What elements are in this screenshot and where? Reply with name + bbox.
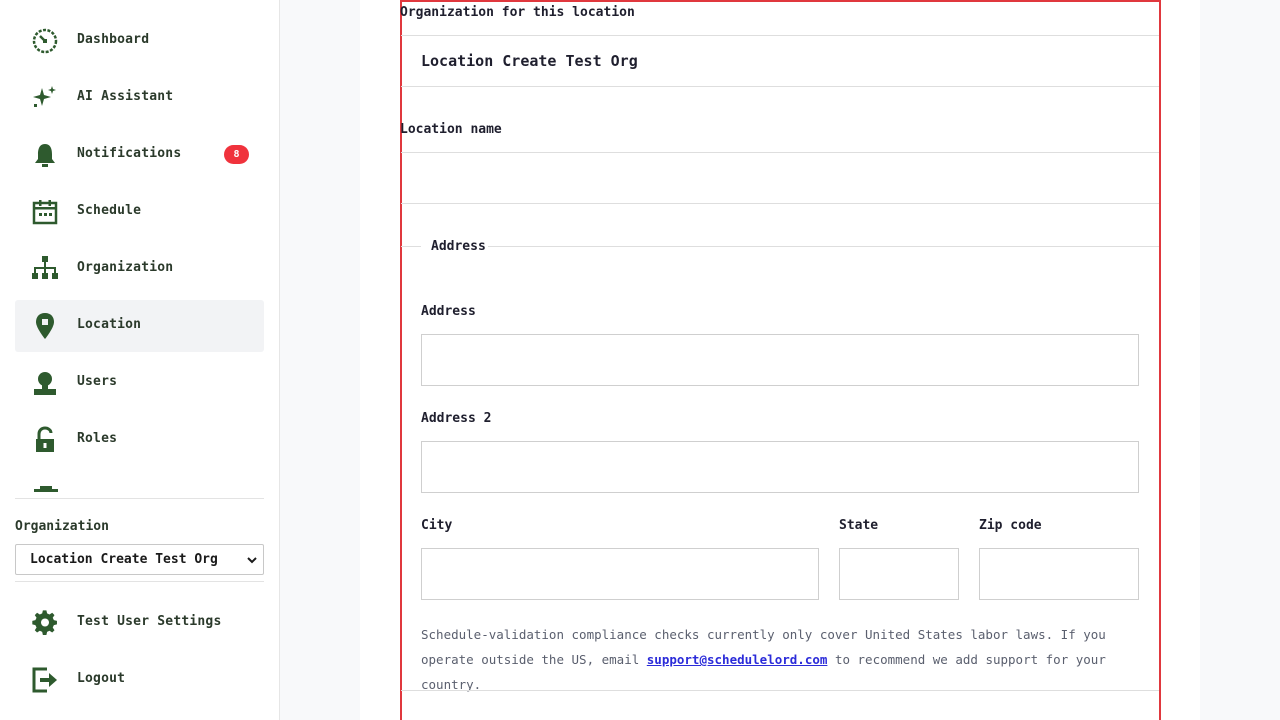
sidebar-item-label: Logout [77,671,126,686]
calendar-icon [32,200,58,225]
sidebar-item-label: Dashboard [77,32,150,47]
bell-icon [35,144,55,167]
sidebar-item-label: Schedule [77,203,142,218]
organization-select-value: Location Create Test Org [30,552,218,567]
city-label: City [421,518,453,533]
sidebar-item-notifications[interactable]: Notifications 8 [15,129,264,181]
notification-count-badge: 8 [224,145,249,164]
address-label: Address [421,304,476,319]
compliance-note: Schedule-validation compliance checks cu… [421,622,1141,697]
zip-label: Zip code [979,518,1042,533]
sidebar-item-organization[interactable]: Organization [15,243,264,295]
map-pin-icon [36,313,54,339]
org-field-value: Location Create Test Org [421,52,638,70]
sidebar-item-label: Test User Settings [77,614,222,629]
gear-icon [32,610,57,635]
zip-input[interactable] [979,548,1139,600]
location-name-input[interactable] [401,153,1159,203]
support-email-link[interactable]: support@schedulelord.com [647,652,828,667]
fieldset-border [401,246,421,247]
dashboard-icon [32,28,58,54]
sidebar-item-ai-assistant[interactable]: AI Assistant [15,72,264,124]
divider [401,203,1159,204]
sidebar-item-label: AI Assistant [77,89,174,104]
sidebar-item-users[interactable]: Users [15,357,264,409]
sidebar-item-label: Location [77,317,142,332]
sparkle-icon [33,86,56,107]
sidebar-item-label: Users [77,374,118,389]
sidebar-item-location[interactable]: Location [15,300,264,352]
divider [401,35,1159,36]
more-items-icon [34,486,58,492]
state-input[interactable] [839,548,959,600]
sidebar-item-settings[interactable]: Test User Settings [15,597,264,649]
chevron-down-icon [247,557,257,564]
organization-label: Organization [15,519,109,534]
organization-select[interactable]: Location Create Test Org [15,544,264,575]
sidebar-item-label: Organization [77,260,174,275]
user-icon [34,372,56,395]
org-chart-icon [32,256,58,279]
sidebar: Dashboard AI Assistant Notifications 8 S… [0,0,280,720]
sidebar-item-schedule[interactable]: Schedule [15,186,264,238]
address2-label: Address 2 [421,411,492,426]
address-input[interactable] [421,334,1139,386]
sidebar-divider [15,581,264,582]
sidebar-item-label: Roles [77,431,118,446]
sidebar-item-roles[interactable]: Roles [15,414,264,466]
location-name-label: Location name [400,122,502,137]
org-field-label: Organization for this location [400,5,635,20]
unlock-icon [36,426,54,452]
divider [401,86,1159,87]
sidebar-item-label: Notifications [77,146,182,161]
address-fieldset-legend: Address [431,239,486,254]
address2-input[interactable] [421,441,1139,493]
logout-icon [32,667,57,693]
sidebar-item-dashboard[interactable]: Dashboard [15,15,264,67]
city-input[interactable] [421,548,819,600]
fieldset-border [488,246,1159,247]
state-label: State [839,518,879,533]
divider [401,690,1159,691]
sidebar-divider [15,498,264,499]
sidebar-item-logout[interactable]: Logout [15,654,264,706]
